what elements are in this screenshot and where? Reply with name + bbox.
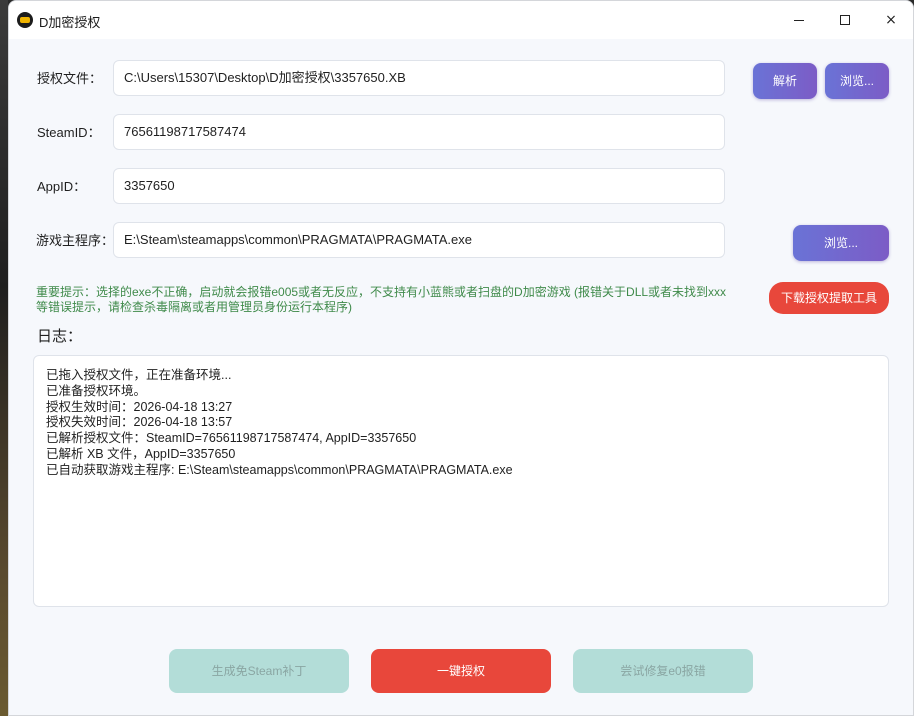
important-warning: 重要提示：选择的exe不正确，启动就会报错e005或者无反应，不支持有小蓝熊或者… — [36, 285, 756, 315]
log-title: 日志： — [37, 328, 83, 345]
log-line: 已准备授权环境。 — [46, 383, 147, 398]
appid-input[interactable]: 3357650 — [113, 168, 725, 204]
minimize-icon — [794, 20, 804, 21]
log-line: 授权生效时间：2026-04-18 13:27 — [46, 399, 233, 414]
log-panel[interactable]: 已拖入授权文件，正在准备环境... 已准备授权环境。 授权生效时间：2026-0… — [33, 355, 889, 607]
log-line: 已解析授权文件：SteamID=76561198717587474, AppID… — [46, 431, 417, 446]
fix-e0-error-button[interactable]: 尝试修复e0报错 — [573, 649, 753, 693]
steamid-label: SteamID： — [37, 125, 101, 140]
browse-exe-button[interactable]: 浏览... — [793, 225, 889, 261]
log-line: 已解析 XB 文件，AppID=3357650 — [46, 446, 236, 461]
maximize-icon — [840, 15, 850, 25]
log-line: 已自动获取游戏主程序: E:\Steam\steamapps\common\PR… — [46, 462, 513, 477]
generate-steamless-patch-button[interactable]: 生成免Steam补丁 — [169, 649, 349, 693]
license-file-input[interactable]: C:\Users\15307\Desktop\D加密授权\3357650.XB — [113, 60, 725, 96]
game-exe-input[interactable]: E:\Steam\steamapps\common\PRAGMATA\PRAGM… — [113, 222, 725, 258]
license-file-label: 授权文件： — [37, 71, 103, 86]
maximize-button[interactable] — [822, 1, 868, 39]
warning-line-2: 等错误提示，请检查杀毒隔离或者用管理员身份运行本程序) — [36, 300, 352, 314]
title-bar: D加密授权 × — [9, 1, 913, 39]
close-icon: × — [885, 12, 897, 28]
log-line: 已拖入授权文件，正在准备环境... — [46, 368, 232, 382]
parse-button[interactable]: 解析 — [753, 63, 817, 99]
one-click-authorize-button[interactable]: 一键授权 — [371, 649, 551, 693]
appid-label: AppID： — [37, 179, 87, 194]
close-button[interactable]: × — [868, 1, 913, 39]
app-logo-icon — [17, 12, 33, 28]
game-exe-label: 游戏主程序： — [36, 233, 115, 248]
app-window: D加密授权 × 授权文件： C:\Users\15307\Desktop\D加密… — [8, 0, 914, 716]
minimize-button[interactable] — [776, 1, 822, 39]
warning-line-1: 重要提示：选择的exe不正确，启动就会报错e005或者无反应，不支持有小蓝熊或者… — [36, 285, 727, 299]
window-title: D加密授权 — [39, 15, 101, 30]
log-line: 授权失效时间：2026-04-18 13:57 — [46, 415, 233, 430]
browse-license-button[interactable]: 浏览... — [825, 63, 889, 99]
steamid-input[interactable]: 76561198717587474 — [113, 114, 725, 150]
background-left-strip — [0, 0, 8, 716]
download-tool-button[interactable]: 下载授权提取工具 — [769, 282, 889, 314]
